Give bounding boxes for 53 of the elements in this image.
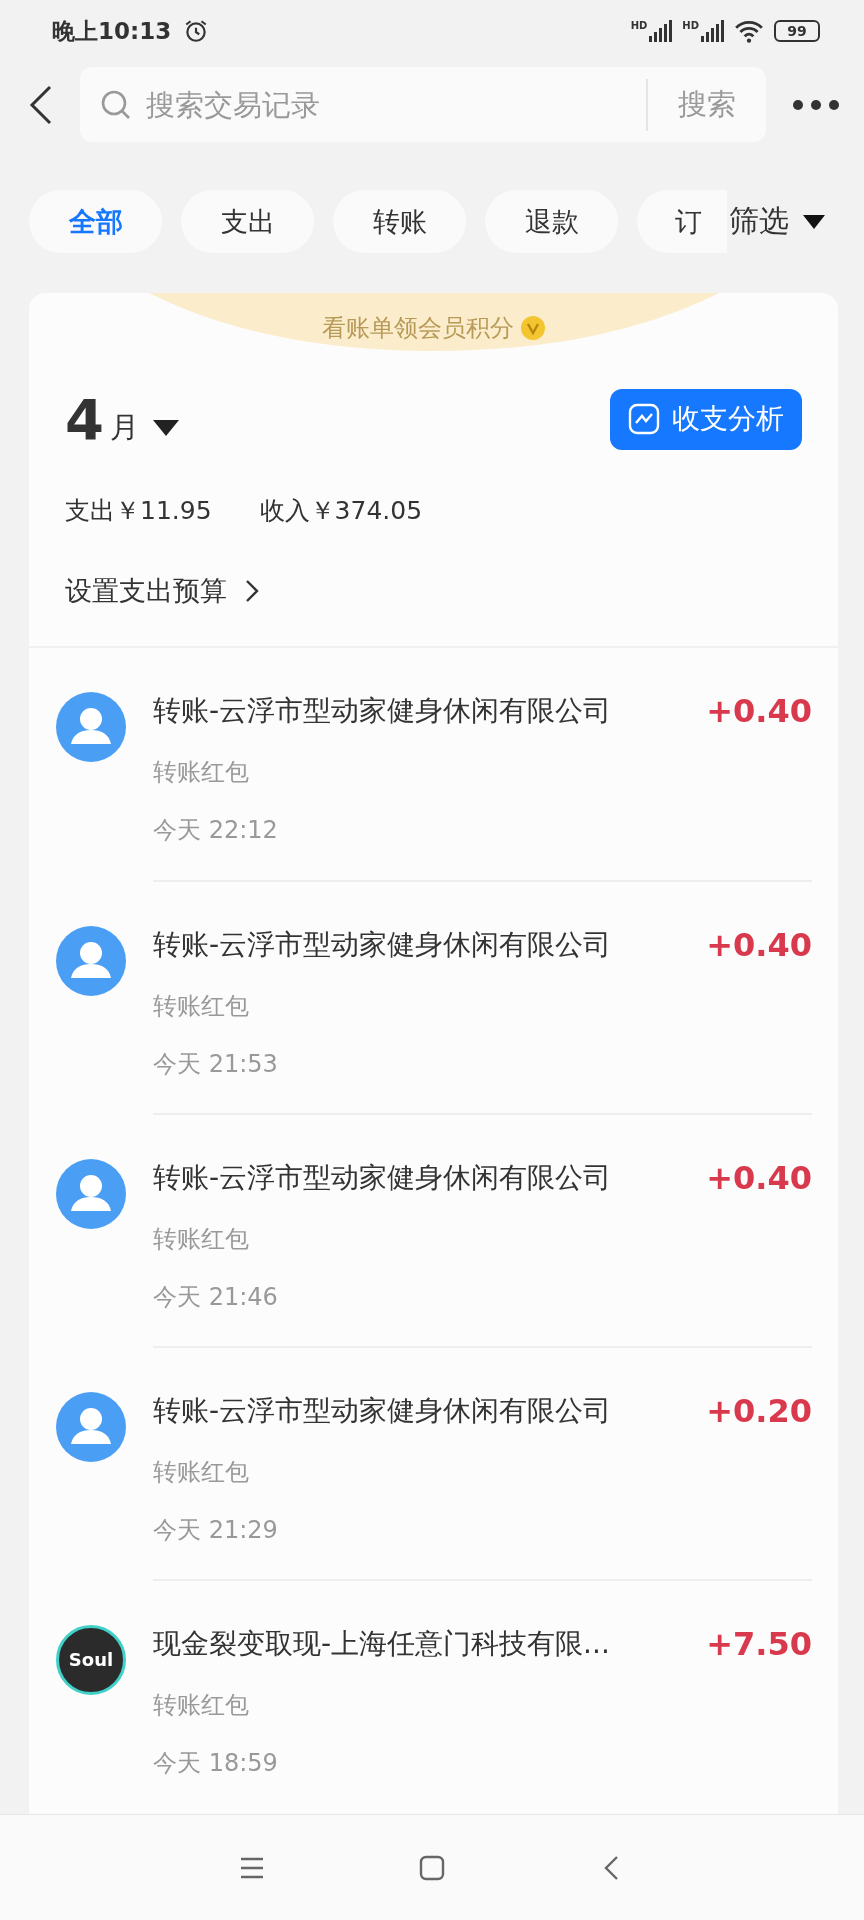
avatar-icon [56, 692, 126, 763]
transaction-category: 转账红包 [153, 1223, 250, 1255]
filter-label: 筛选 [729, 202, 789, 240]
transaction-time: 今天 18:59 [153, 1747, 279, 1779]
caret-icon[interactable] [152, 420, 179, 437]
filter-tab[interactable]: 全部 [29, 190, 162, 253]
status-time: 晚上10:13 [52, 16, 172, 46]
chart-icon [628, 403, 660, 436]
back-icon[interactable] [28, 83, 54, 126]
summary-amount: 支出￥11.95 [65, 495, 212, 528]
filter-button[interactable]: 筛选 [727, 190, 864, 253]
transaction-category: 转账红包 [153, 1456, 250, 1488]
signal-icon [648, 20, 673, 42]
transaction-title[interactable]: 转账-云浮市型动家健身休闲有限公司 [153, 1158, 707, 1197]
filter-tab[interactable]: 订 [637, 190, 727, 253]
transaction-time: 今天 21:46 [153, 1281, 279, 1313]
caret-icon [803, 214, 825, 229]
filter-tab[interactable]: 转账 [333, 190, 466, 253]
network-type-label: HD [630, 20, 648, 31]
transaction-title[interactable]: 转账-云浮市型动家健身休闲有限公司 [153, 1391, 707, 1430]
transaction-time: 今天 21:53 [153, 1048, 279, 1080]
month-number[interactable]: 4 [65, 386, 104, 452]
filter-tab[interactable]: 支出 [181, 190, 314, 253]
search-icon [100, 88, 132, 121]
filter-tab[interactable]: 退款 [485, 190, 618, 253]
wifi-icon [734, 19, 764, 43]
summary-amount: 收入￥374.05 [259, 495, 423, 528]
transaction-category: 转账红包 [153, 990, 250, 1022]
month-unit[interactable]: 月 [109, 408, 139, 449]
transaction-amount: +7.50 [706, 1624, 812, 1663]
transaction-amount: +0.40 [706, 925, 812, 964]
transaction-category: 转账红包 [153, 1689, 250, 1721]
transaction-time: 今天 21:29 [153, 1514, 279, 1546]
chevron-right-icon [245, 579, 259, 604]
transaction-time: 今天 22:12 [153, 815, 279, 847]
transaction-amount: +0.40 [706, 692, 812, 731]
transaction-category: 转账红包 [153, 757, 250, 789]
transaction-amount: +0.40 [706, 1158, 812, 1197]
transaction-title[interactable]: 转账-云浮市型动家健身休闲有限公司 [153, 692, 707, 731]
transaction-title[interactable]: 现金裂变取现-上海任意门科技有限... [153, 1624, 707, 1663]
transaction-title[interactable]: 转账-云浮市型动家健身休闲有限公司 [153, 925, 707, 964]
avatar-icon [56, 925, 126, 996]
analysis-button[interactable]: 收支分析 [610, 388, 802, 450]
budget-link[interactable]: 设置支出预算 [65, 573, 259, 610]
v-badge-icon [519, 314, 546, 341]
logo-text: Soul [68, 1649, 114, 1671]
more-icon[interactable] [792, 98, 840, 111]
battery-indicator: 99 [774, 20, 820, 42]
avatar-icon [56, 1391, 126, 1462]
transaction-amount: +0.20 [706, 1391, 812, 1430]
network-type-label: HD [682, 20, 699, 31]
signal-icon [700, 20, 724, 42]
avatar-icon [56, 1158, 126, 1229]
